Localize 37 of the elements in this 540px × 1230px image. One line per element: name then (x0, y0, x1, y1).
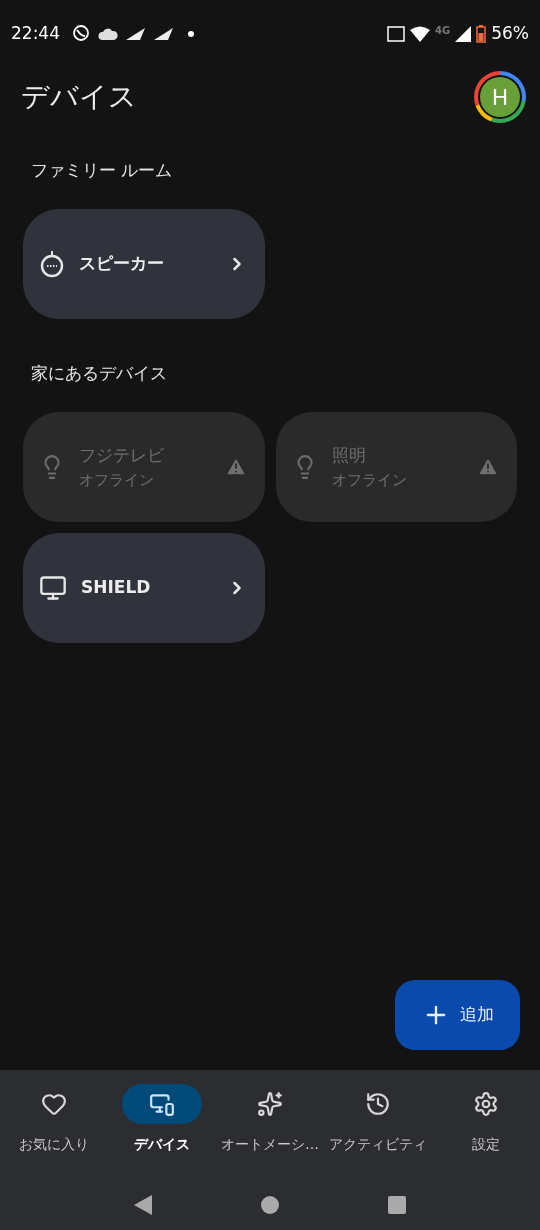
settings-icon (473, 1091, 499, 1117)
home-icon[interactable] (260, 1195, 280, 1215)
device-status: オフライン (79, 469, 155, 491)
warning-icon (477, 456, 499, 478)
device-name: SHIELD (81, 576, 152, 600)
dot-icon (188, 31, 194, 37)
tv-icon (39, 574, 67, 602)
device-name: 照明 (331, 444, 367, 467)
heart-icon (41, 1091, 67, 1117)
nav-tab[interactable]: 設定 (432, 1084, 540, 1180)
add-button[interactable]: 追加 (395, 980, 520, 1050)
speaker-icon (39, 250, 65, 278)
section-title: ファミリー ルーム (30, 159, 174, 182)
sparkles-icon (257, 1091, 283, 1117)
network-type: 4G (435, 23, 451, 38)
warning-icon (224, 456, 247, 478)
signal-icon (455, 26, 472, 42)
status-time: 22:44 (11, 22, 60, 46)
wifi-icon (410, 26, 431, 42)
device-card[interactable]: SHIELD (23, 533, 265, 643)
nav-tab[interactable]: デバイス (108, 1084, 216, 1180)
section-title: 家にあるデバイス (30, 362, 168, 385)
recents-icon[interactable] (386, 1195, 407, 1215)
history-icon (365, 1091, 391, 1117)
device-name: フジテレビ (79, 444, 165, 467)
battery-icon (476, 25, 487, 43)
nav-tab[interactable]: アクティビティ (324, 1084, 432, 1180)
device-status: オフライン (331, 469, 408, 491)
device-card[interactable]: スピーカー (23, 209, 265, 319)
back-icon[interactable] (133, 1194, 154, 1216)
device-name: スピーカー (79, 252, 165, 276)
page-title: デバイス (21, 79, 137, 115)
devices-icon (149, 1091, 175, 1117)
battery-level: 56% (491, 22, 529, 46)
nav-tab[interactable]: オートメーシ… (216, 1084, 324, 1180)
cloud-icon (98, 28, 118, 40)
nav-tab[interactable]: お気に入り (0, 1084, 108, 1180)
